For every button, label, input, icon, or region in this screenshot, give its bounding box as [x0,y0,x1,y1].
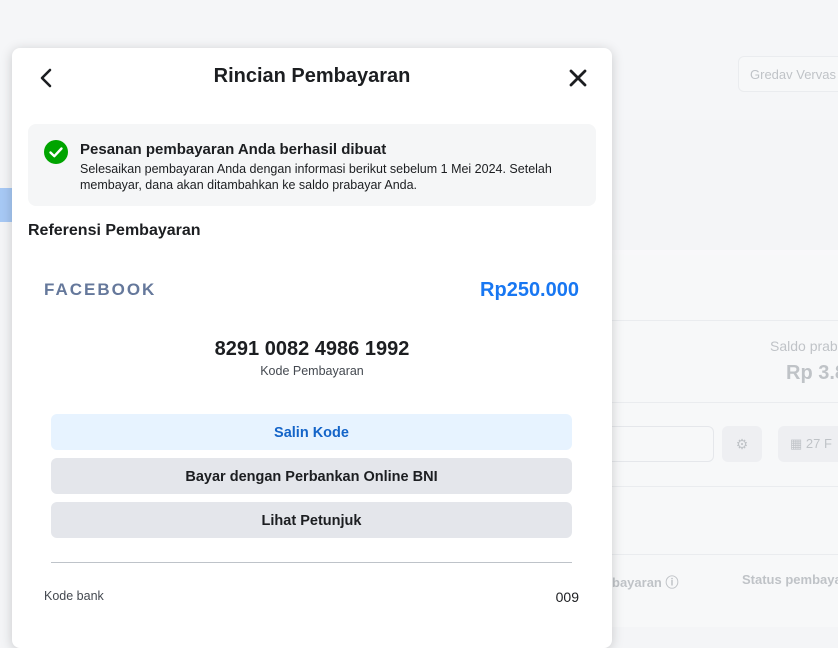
background-divider [612,320,838,321]
background-balance-value: Rp 3.8 [786,362,838,384]
background-date-filter: ▦ 27 F [778,426,838,462]
payment-amount: Rp250.000 [480,279,579,301]
background-divider [612,554,838,555]
background-date-text: 27 F [805,436,832,451]
background-column-payment-text: bayaran [612,575,662,590]
payment-code: 8291 0082 4986 1992 [214,338,410,360]
merchant-name: FACEBOOK [44,280,157,299]
calendar-icon: ▦ [790,436,806,451]
background-search-input [612,426,714,462]
modal-header: Rincian Pembayaran [12,48,612,108]
reference-section-title: Referensi Pembayaran [28,222,201,239]
background-column-status: Status pembaya [742,572,838,587]
success-description: Selesaikan pembayaran Anda dengan inform… [80,162,552,192]
background-divider [612,486,838,487]
payment-code-label: Kode Pembayaran [260,364,364,378]
background-balance-label: Saldo prabay [770,338,838,354]
check-circle-icon [44,140,68,164]
background-column-payment: bayaran ⓘ [612,572,679,591]
payment-details-modal: Rincian Pembayaran Pesanan pembayaran An… [12,48,612,648]
pay-bni-online-button[interactable]: Bayar dengan Perbankan Online BNI [51,458,572,494]
filter-icon: ⚙ [722,426,762,462]
account-selector: Gredav Vervas [738,56,838,92]
close-button[interactable] [566,64,590,92]
background-divider [612,402,838,403]
divider [51,562,572,563]
view-instructions-button[interactable]: Lihat Petunjuk [51,502,572,538]
bank-code-label: Kode bank [44,589,104,603]
modal-title: Rincian Pembayaran [213,65,411,87]
copy-code-button[interactable]: Salin Kode [51,414,572,450]
success-notice: Pesanan pembayaran Anda berhasil dibuat … [28,124,596,206]
close-icon [569,69,587,87]
info-icon: ⓘ [665,575,679,590]
bank-code-value: 009 [555,589,579,605]
success-title: Pesanan pembayaran Anda berhasil dibuat [80,141,387,158]
